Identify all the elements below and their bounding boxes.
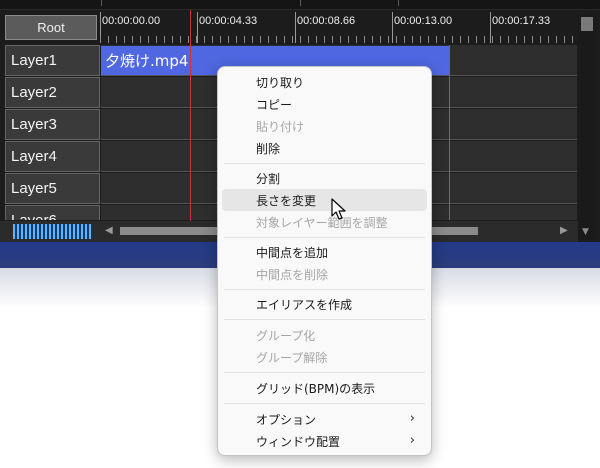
ruler-minor-ticks xyxy=(100,36,578,43)
mouse-pointer-icon xyxy=(331,198,346,220)
scroll-down-arrow-icon[interactable]: ▼ xyxy=(582,227,589,237)
menu-item-ungroup[interactable]: グループ解除 xyxy=(222,346,427,368)
top-strip-mark xyxy=(101,0,102,6)
submenu-arrow-icon: › xyxy=(409,411,415,426)
layer-label-6[interactable]: Layer6 xyxy=(5,205,100,220)
menu-item-create-alias[interactable]: エイリアスを作成 xyxy=(222,293,427,315)
clip-end-line xyxy=(449,45,450,220)
top-strip-mark xyxy=(300,0,301,6)
menu-item-change-length[interactable]: 長さを変更 xyxy=(222,189,427,211)
menu-item-delete[interactable]: 削除 xyxy=(222,137,427,159)
menu-separator xyxy=(224,403,425,404)
layer-label-4[interactable]: Layer4 xyxy=(5,141,100,172)
layer-label-2[interactable]: Layer2 xyxy=(5,77,100,108)
menu-item-split[interactable]: 分割 xyxy=(222,167,427,189)
vertical-scroll-thumb[interactable] xyxy=(581,17,593,31)
menu-item-window-layout[interactable]: ウィンドウ配置 › xyxy=(222,430,427,452)
menu-item-copy[interactable]: コピー xyxy=(222,93,427,115)
ruler-time-label: 00:00:13.00 xyxy=(394,15,453,27)
ruler-time-label: 00:00:04.33 xyxy=(199,15,258,27)
time-ruler[interactable]: 00:00:00.00 00:00:04.33 00:00:08.66 00:0… xyxy=(100,10,578,43)
menu-item-adjust-layer-range[interactable]: 対象レイヤー範囲を調整 xyxy=(222,211,427,233)
scroll-left-arrow-icon[interactable]: ◀ xyxy=(105,225,113,236)
top-strip xyxy=(0,0,600,10)
menu-item-paste[interactable]: 貼り付け xyxy=(222,115,427,137)
layer-label-3[interactable]: Layer3 xyxy=(5,109,100,140)
menu-separator xyxy=(224,237,425,238)
menu-item-show-grid-bpm[interactable]: グリッド(BPM)の表示 xyxy=(222,377,427,399)
menu-separator xyxy=(224,372,425,373)
ruler-time-label: 00:00:08.66 xyxy=(297,15,356,27)
zoom-meter[interactable] xyxy=(13,224,91,239)
menu-item-options[interactable]: オプション › xyxy=(222,408,427,430)
ruler-time-label: 00:00:17.33 xyxy=(492,15,551,27)
menu-item-label: ウィンドウ配置 xyxy=(256,434,341,449)
root-button[interactable]: Root xyxy=(5,15,97,40)
playhead-line[interactable] xyxy=(190,10,191,222)
menu-separator xyxy=(224,163,425,164)
menu-separator xyxy=(224,319,425,320)
vertical-scrollbar[interactable]: ▼ xyxy=(578,15,596,240)
menu-separator xyxy=(224,289,425,290)
context-menu: 切り取り コピー 貼り付け 削除 分割 長さを変更 対象レイヤー範囲を調整 中間… xyxy=(217,66,432,456)
ruler-time-label: 00:00:00.00 xyxy=(102,15,161,27)
top-strip-mark xyxy=(398,0,399,6)
layer-label-1[interactable]: Layer1 xyxy=(5,45,100,76)
menu-item-cut[interactable]: 切り取り xyxy=(222,71,427,93)
menu-item-add-midpoint[interactable]: 中間点を追加 xyxy=(222,241,427,263)
submenu-arrow-icon: › xyxy=(409,433,415,448)
menu-item-remove-midpoint[interactable]: 中間点を削除 xyxy=(222,263,427,285)
menu-item-label: オプション xyxy=(256,412,317,427)
layer-label-5[interactable]: Layer5 xyxy=(5,173,100,204)
scroll-right-arrow-icon[interactable]: ▶ xyxy=(560,225,568,236)
menu-item-group[interactable]: グループ化 xyxy=(222,324,427,346)
